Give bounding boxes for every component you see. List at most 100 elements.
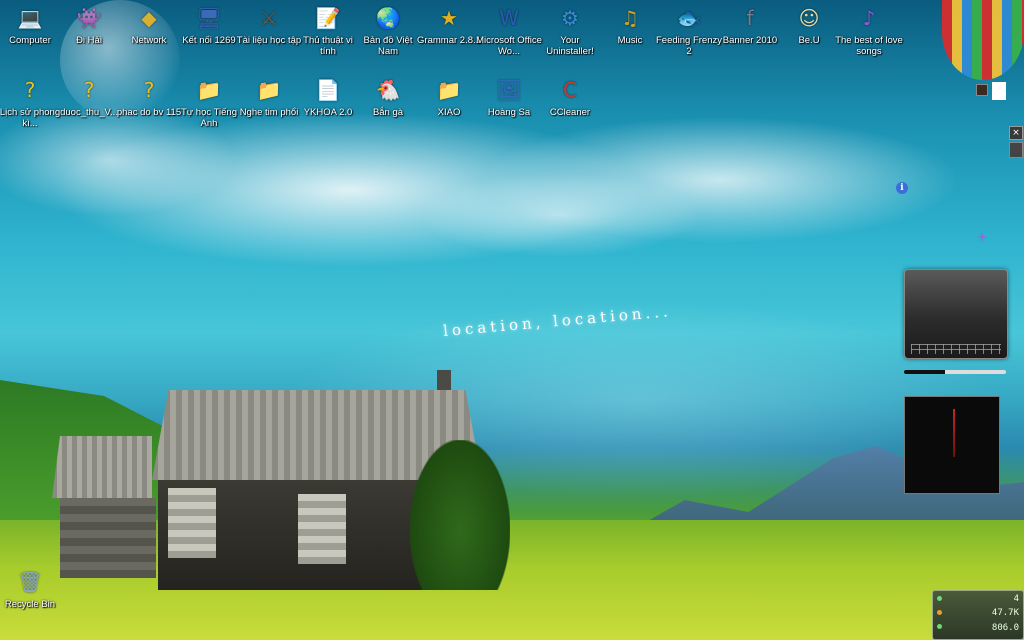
uninstaller-icon: ⚙ [561, 6, 579, 30]
clock-gadget[interactable] [904, 396, 1000, 494]
icon-label: YKHOA 2.0 [303, 107, 353, 118]
desktop-icon-network[interactable]: ◆ Network [115, 4, 183, 46]
laptop-gadget[interactable] [904, 269, 1008, 359]
desktop-icon-music[interactable]: ♫ Music [596, 4, 664, 46]
desktop-icon-ket-noi[interactable]: 🖥 Kết nối 1269 [175, 4, 243, 46]
desktop-icon-xiao[interactable]: 📁 XIAO [415, 76, 483, 118]
house-window [168, 488, 216, 558]
map-icon: 🌏 [375, 6, 401, 30]
icon-label: Network [131, 35, 167, 46]
house-chimney [437, 370, 451, 392]
house-side-wall [60, 498, 156, 578]
info-icon[interactable]: i [896, 182, 908, 194]
desktop-icon-hoang-sa[interactable]: 🖼 Hoàng Sa [475, 76, 543, 118]
icon-label: Thủ thuật vi tính [303, 35, 353, 57]
desktop-icon-banner[interactable]: f Banner 2010 [716, 4, 784, 46]
desktop-icon-duoc-thu[interactable]: ? duoc_thu_V... [55, 76, 123, 118]
clock-hand [953, 409, 955, 457]
house-side-roof [52, 436, 152, 498]
icon-label: Be.U [798, 35, 820, 46]
desktop-icon-recycle-bin[interactable]: 🗑 Recycle Bin [0, 568, 64, 610]
desktop-icon-love-songs[interactable]: ♪ The best of love songs [835, 4, 903, 57]
desktop-icon-feeding-frenzy[interactable]: 🐟 Feeding Frenzy 2 [655, 4, 723, 57]
gadget-close-button[interactable]: × [1009, 126, 1023, 140]
icon-label: phac do bv 115 [116, 107, 182, 118]
gadget-slider-bar[interactable] [904, 370, 1006, 374]
desktop-icon-tu-hoc[interactable]: 📁 Tự học Tiếng Anh [175, 76, 243, 129]
game-icon: 👾 [76, 6, 102, 30]
document-icon: 📄 [315, 78, 341, 102]
memory-indicator-icon [937, 610, 942, 615]
desktop-icon-thu-thuat[interactable]: 📝 Thủ thuật vi tính [294, 4, 362, 57]
icon-label: CCleaner [549, 107, 591, 118]
wallpaper-hot-air-balloon [942, 0, 1024, 80]
add-gadget-icon[interactable]: + [977, 231, 987, 243]
balloon-basket [976, 84, 988, 96]
icon-label: XIAO [437, 107, 461, 118]
icon-label: duoc_thu_V... [60, 107, 118, 118]
desktop-icon-di-hai[interactable]: 👾 Đi Hải [55, 4, 123, 46]
house-window [298, 494, 346, 564]
folder-icon: 📁 [436, 78, 462, 102]
help-file-icon: ? [143, 78, 155, 102]
icon-label: Grammar 2.8.1 [417, 35, 481, 46]
icon-label: Tự học Tiếng Anh [181, 107, 237, 129]
icon-label: Tài liệu học tập [236, 35, 302, 46]
music-icon: ♫ [621, 6, 639, 30]
ccleaner-icon: C [563, 78, 577, 102]
desktop-icon-ykhoa[interactable]: 📄 YKHOA 2.0 [294, 76, 362, 118]
wallpaper-bush [410, 440, 510, 590]
icon-label: Hoàng Sa [487, 107, 531, 118]
desktop-icon-tai-lieu[interactable]: ⚔ Tài liệu học tập [235, 4, 303, 46]
sticky-note-gadget[interactable] [992, 82, 1006, 100]
desktop-icon-nghe-tim[interactable]: 📁 Nghe tim phổi [235, 76, 303, 118]
gadget-keyboard-grid [911, 344, 1001, 354]
icon-label: Bản đồ Việt Nam [363, 35, 413, 57]
desktop-icon-ban-ga[interactable]: 🐔 Bắn gà [354, 76, 422, 118]
icon-label: Bắn gà [372, 107, 404, 118]
desktop-icon-phac-do[interactable]: ? phac do bv 115 [115, 76, 183, 118]
remote-desktop-icon: 🖥 [196, 6, 222, 30]
fish-icon: 🐟 [676, 6, 702, 30]
desktop-icon-ccleaner[interactable]: C CCleaner [536, 76, 604, 118]
icon-label: Đi Hải [76, 35, 102, 46]
swords-icon: ⚔ [260, 6, 278, 30]
desktop-icon-ban-do[interactable]: 🌏 Bản đồ Việt Nam [354, 4, 422, 57]
icon-label: Microsoft Office Wo... [476, 35, 542, 57]
icon-label: Computer [9, 35, 51, 46]
network-indicator-icon [937, 624, 942, 629]
desktop-icon-uninstaller[interactable]: ⚙ Your Uninstaller! [536, 4, 604, 57]
cpu-indicator-icon [937, 596, 942, 601]
icon-label: Feeding Frenzy 2 [655, 35, 722, 57]
help-file-icon: ? [24, 78, 36, 102]
folder-icon: 📁 [196, 78, 222, 102]
desktop-icon-office[interactable]: W Microsoft Office Wo... [475, 4, 543, 57]
desktop-icon-beu[interactable]: ☺ Be.U [775, 4, 843, 46]
meter-value-2: 47.7K [991, 608, 1019, 618]
desktop-icon-grammar[interactable]: ★ Grammar 2.8.1 [415, 4, 483, 46]
meter-value-1: 4 [1013, 594, 1019, 604]
folder-icon: 📁 [256, 78, 282, 102]
icon-label: The best of love songs [835, 35, 903, 57]
document-icon: 📝 [315, 6, 341, 30]
smiley-icon: ☺ [798, 6, 820, 30]
gadget-drag-handle[interactable] [1009, 142, 1023, 158]
word-icon: W [499, 6, 519, 30]
star-icon: ★ [440, 6, 458, 30]
system-meter-gadget[interactable]: 4 47.7K 806.0 [932, 590, 1024, 640]
desktop: location, location... 💻 Computer 👾 Đi Hả… [0, 0, 1024, 640]
help-file-icon: ? [83, 78, 95, 102]
image-file-icon: 🖼 [496, 78, 522, 102]
wallpaper-tagline: location, location... [442, 302, 673, 340]
meter-value-3: 806.0 [991, 623, 1019, 633]
computer-icon: 💻 [17, 6, 43, 30]
icon-label: Banner 2010 [722, 35, 778, 46]
recycle-bin-icon: 🗑 [17, 570, 43, 594]
chicken-game-icon: 🐔 [375, 78, 401, 102]
network-icon: ◆ [141, 6, 157, 30]
icon-label: Recycle Bin [4, 599, 56, 610]
music-note-icon: ♪ [862, 6, 876, 30]
flash-icon: f [746, 6, 754, 30]
icon-label: Music [617, 35, 643, 46]
icon-label: Kết nối 1269 [182, 35, 236, 46]
